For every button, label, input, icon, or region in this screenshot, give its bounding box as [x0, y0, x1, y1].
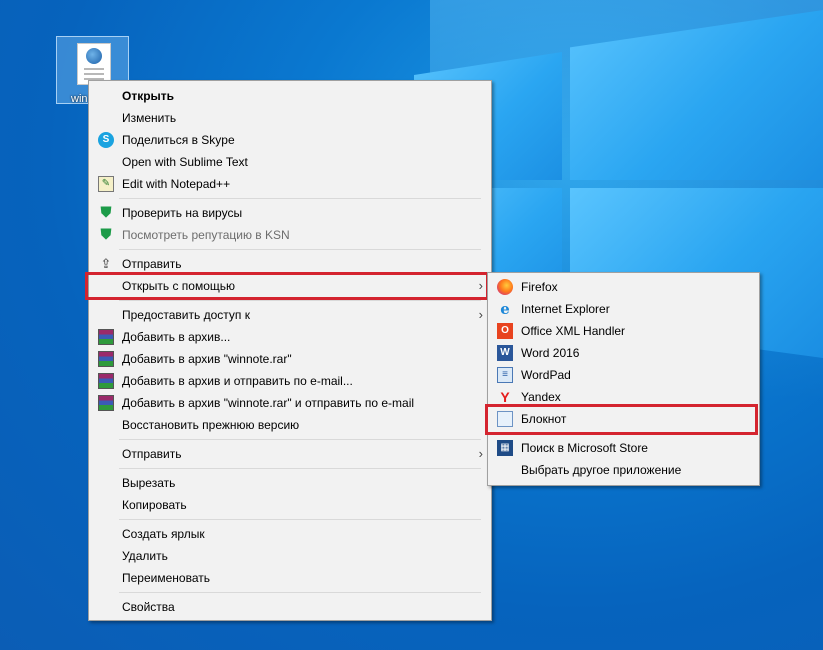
chevron-right-icon: › [478, 307, 483, 322]
submenu-item-label: WordPad [521, 368, 571, 382]
submenu-item-label: Yandex [521, 390, 561, 404]
menu-item-label: Вырезать [122, 476, 176, 490]
submenu-item-office-xml[interactable]: O Office XML Handler [488, 320, 759, 342]
winrar-icon [98, 373, 114, 389]
menu-item-label: Изменить [122, 111, 177, 125]
submenu-item-label: Office XML Handler [521, 324, 626, 338]
menu-item-properties[interactable]: Свойства [89, 596, 491, 618]
open-with-submenu: Firefox e Internet Explorer O Office XML H… [487, 272, 760, 486]
menu-item-share-skype[interactable]: S Поделиться в Skype [89, 129, 491, 151]
submenu-item-label: Internet Explorer [521, 302, 610, 316]
menu-separator [119, 300, 481, 301]
menu-item-give-access[interactable]: Предоставить доступ к › [89, 304, 491, 326]
submenu-item-label: Word 2016 [521, 346, 580, 360]
menu-item-add-archive[interactable]: Добавить в архив... [89, 326, 491, 348]
highlight-open-with [85, 272, 489, 300]
share-icon: ⇪ [100, 256, 112, 271]
menu-item-label: Создать ярлык [122, 527, 205, 541]
wordpad-icon: ≡ [497, 367, 513, 383]
submenu-item-label: Выбрать другое приложение [521, 463, 682, 477]
menu-item-label: Поделиться в Skype [122, 133, 235, 147]
menu-separator [119, 439, 481, 440]
menu-item-label: Open with Sublime Text [122, 155, 248, 169]
menu-separator [119, 519, 481, 520]
menu-item-rename[interactable]: Переименовать [89, 567, 491, 589]
menu-item-label: Добавить в архив и отправить по e-mail..… [122, 374, 353, 388]
menu-item-copy[interactable]: Копировать [89, 494, 491, 516]
submenu-item-choose-app[interactable]: Выбрать другое приложение [488, 459, 759, 481]
winrar-icon [98, 395, 114, 411]
menu-item-label: Копировать [122, 498, 187, 512]
desktop-file-label: win [71, 93, 88, 105]
highlight-notepad [485, 404, 758, 435]
submenu-item-label: Поиск в Microsoft Store [521, 441, 648, 455]
menu-item-label: Добавить в архив... [122, 330, 231, 344]
menu-separator [119, 592, 481, 593]
menu-item-sublime[interactable]: Open with Sublime Text [89, 151, 491, 173]
menu-separator [119, 198, 481, 199]
menu-separator [119, 249, 481, 250]
chevron-right-icon: › [478, 446, 483, 461]
menu-item-ksn-reputation[interactable]: ⛊ Посмотреть репутацию в KSN [89, 224, 491, 246]
menu-item-open[interactable]: Открыть [89, 85, 491, 107]
menu-item-label: Открыть [122, 89, 175, 103]
notepadpp-icon: ✎ [98, 176, 114, 192]
menu-item-label: Переименовать [122, 571, 210, 585]
menu-item-label: Добавить в архив "winnote.rar" [122, 352, 292, 366]
html-file-icon [77, 43, 111, 85]
word-icon: W [497, 345, 513, 361]
menu-item-label: Удалить [122, 549, 168, 563]
office-icon: O [497, 323, 513, 339]
submenu-item-store[interactable]: ▦ Поиск в Microsoft Store [488, 437, 759, 459]
winrar-icon [98, 329, 114, 345]
menu-item-label: Отправить [122, 447, 182, 461]
menu-item-label: Предоставить доступ к [122, 308, 250, 322]
submenu-item-wordpad[interactable]: ≡ WordPad [488, 364, 759, 386]
winrar-icon [98, 351, 114, 367]
internet-explorer-icon: e [500, 300, 510, 318]
menu-item-label: Edit with Notepad++ [122, 177, 231, 191]
submenu-item-word[interactable]: W Word 2016 [488, 342, 759, 364]
menu-item-label: Посмотреть репутацию в KSN [122, 228, 290, 242]
shield-icon: ⛊ [100, 204, 112, 221]
menu-item-scan-virus[interactable]: ⛊ Проверить на вирусы [89, 202, 491, 224]
submenu-item-internet-explorer[interactable]: e Internet Explorer [488, 298, 759, 320]
menu-separator [119, 468, 481, 469]
menu-item-send-to[interactable]: Отправить › [89, 443, 491, 465]
menu-item-cut[interactable]: Вырезать [89, 472, 491, 494]
menu-item-label: Проверить на вирусы [122, 206, 243, 220]
menu-item-archive-named-email[interactable]: Добавить в архив "winnote.rar" и отправи… [89, 392, 491, 414]
menu-item-label: Отправить [122, 257, 182, 271]
shield-icon: ⛊ [100, 226, 112, 243]
yandex-icon: Y [500, 389, 510, 405]
skype-icon: S [98, 132, 114, 148]
menu-item-notepadpp[interactable]: ✎ Edit with Notepad++ [89, 173, 491, 195]
microsoft-store-icon: ▦ [497, 440, 513, 456]
menu-item-delete[interactable]: Удалить [89, 545, 491, 567]
menu-item-archive-email[interactable]: Добавить в архив и отправить по e-mail..… [89, 370, 491, 392]
context-menu: Открыть Изменить S Поделиться в Skype Ope… [88, 80, 492, 621]
firefox-icon [497, 279, 513, 295]
menu-item-add-archive-named[interactable]: Добавить в архив "winnote.rar" [89, 348, 491, 370]
menu-item-label: Свойства [122, 600, 175, 614]
submenu-item-label: Firefox [521, 280, 558, 294]
menu-item-create-shortcut[interactable]: Создать ярлык [89, 523, 491, 545]
menu-item-label: Добавить в архив "winnote.rar" и отправи… [122, 396, 415, 410]
menu-item-restore-version[interactable]: Восстановить прежнюю версию [89, 414, 491, 436]
menu-item-edit[interactable]: Изменить [89, 107, 491, 129]
submenu-item-firefox[interactable]: Firefox [488, 276, 759, 298]
menu-item-label: Восстановить прежнюю версию [122, 418, 300, 432]
